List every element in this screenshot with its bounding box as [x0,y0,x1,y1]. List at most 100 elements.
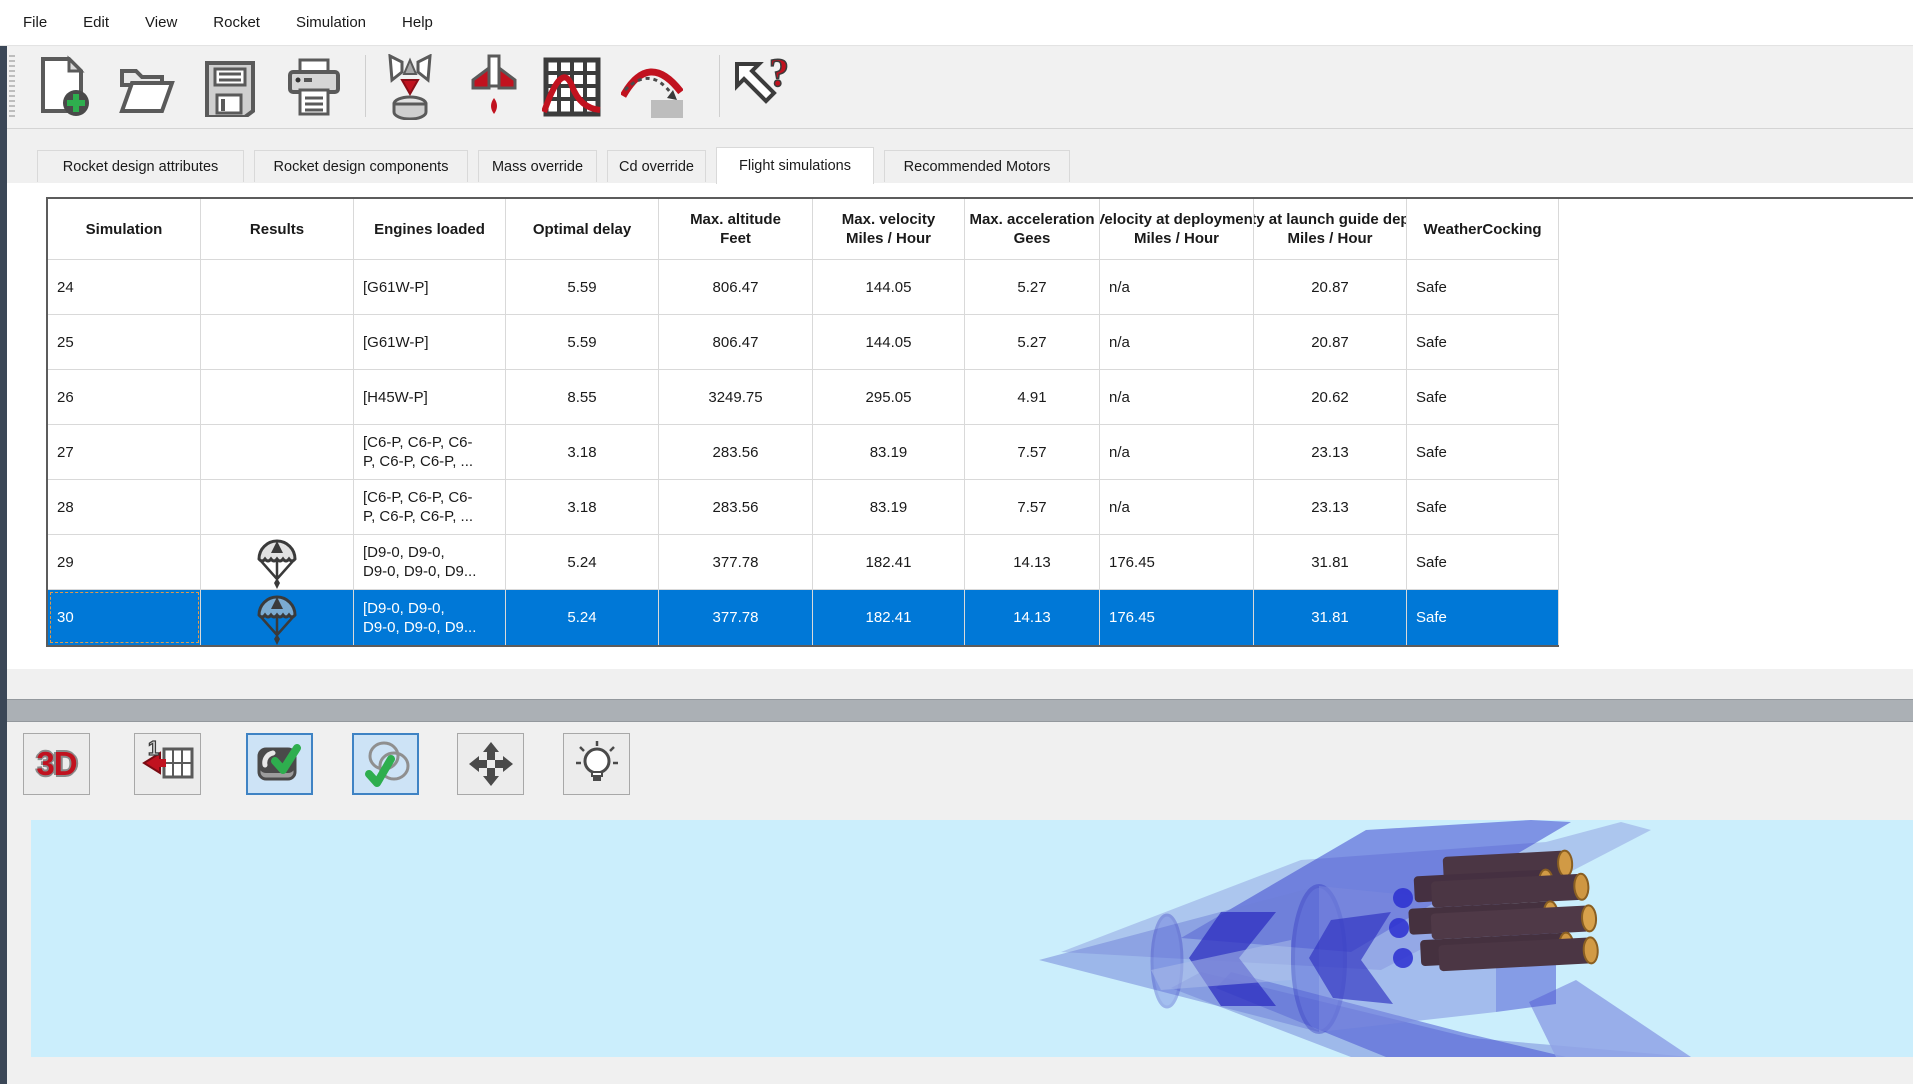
column-header-weather[interactable]: WeatherCocking [1407,199,1559,260]
cell-accel[interactable]: 7.57 [965,480,1100,535]
cell-accel[interactable]: 5.27 [965,260,1100,315]
save-file-button[interactable] [199,52,261,122]
cell-sim[interactable]: 26 [48,370,201,425]
simulation-number-button[interactable]: 1 [134,733,201,795]
cell-results[interactable] [201,315,354,370]
menu-edit[interactable]: Edit [83,14,109,31]
cell-weather[interactable]: Safe [1407,260,1559,315]
cell-altitude[interactable]: 806.47 [659,315,813,370]
simulation-table-button[interactable] [541,52,603,122]
cell-deploy[interactable]: 176.45 [1100,535,1254,590]
tab-rocket-design-attributes[interactable]: Rocket design attributes [37,150,244,182]
cell-weather[interactable]: Safe [1407,535,1559,590]
cell-weather[interactable]: Safe [1407,590,1559,645]
cell-deploy[interactable]: 176.45 [1100,590,1254,645]
cell-results[interactable] [201,260,354,315]
cell-results[interactable] [201,535,354,590]
tab-flight-simulations[interactable]: Flight simulations [716,147,874,184]
menu-rocket[interactable]: Rocket [213,14,260,31]
cell-weather[interactable]: Safe [1407,370,1559,425]
cell-weather[interactable]: Safe [1407,315,1559,370]
column-header-engines[interactable]: Engines loaded [354,199,506,260]
cell-optimal[interactable]: 5.24 [506,590,659,645]
tab-mass-override[interactable]: Mass override [478,150,597,182]
column-header-velocity[interactable]: Max. velocityMiles / Hour [813,199,965,260]
cell-accel[interactable]: 4.91 [965,370,1100,425]
cell-weather[interactable]: Safe [1407,480,1559,535]
cell-sim[interactable]: 27 [48,425,201,480]
cell-optimal[interactable]: 3.18 [506,425,659,480]
menu-view[interactable]: View [145,14,177,31]
lighting-button[interactable] [563,733,630,795]
table-row-simulation-29[interactable]: 29 [D9-0, D9-0,D9-0, D9-0, D9...5.24377.7… [48,535,1559,590]
cell-results[interactable] [201,480,354,535]
cell-accel[interactable]: 14.13 [965,535,1100,590]
cell-velocity[interactable]: 144.05 [813,260,965,315]
table-row-simulation-28[interactable]: 28 [C6-P, C6-P, C6-P, C6-P, C6-P, ...3.18… [48,480,1559,535]
table-row-simulation-24[interactable]: 24[G61W-P]5.59806.47144.055.27n/a20.87Sa… [48,260,1559,315]
cell-velocity[interactable]: 182.41 [813,590,965,645]
new-file-button[interactable] [33,52,95,122]
cell-velocity[interactable]: 295.05 [813,370,965,425]
load-engines-button[interactable] [379,52,441,122]
cell-accel[interactable]: 5.27 [965,315,1100,370]
cell-altitude[interactable]: 3249.75 [659,370,813,425]
menu-file[interactable]: File [23,14,47,31]
cell-altitude[interactable]: 283.56 [659,480,813,535]
cell-weather[interactable]: Safe [1407,425,1559,480]
cell-optimal[interactable]: 8.55 [506,370,659,425]
cell-results[interactable] [201,370,354,425]
table-row-simulation-30[interactable]: 30[D9-0, D9-0,D9-0, D9-0, D9...5.24377.7… [48,590,1559,645]
cell-deploy[interactable]: n/a [1100,480,1254,535]
cell-deploy[interactable]: n/a [1100,425,1254,480]
cell-guide[interactable]: 20.87 [1254,315,1407,370]
cell-optimal[interactable]: 5.24 [506,535,659,590]
cell-altitude[interactable]: 806.47 [659,260,813,315]
cell-engines[interactable]: [D9-0, D9-0,D9-0, D9-0, D9... [354,535,506,590]
column-header-optimal[interactable]: Optimal delay [506,199,659,260]
column-header-sim[interactable]: Simulation [48,199,201,260]
toggle-transparency-button[interactable] [352,733,419,795]
column-header-altitude[interactable]: Max. altitudeFeet [659,199,813,260]
view-3d-button[interactable]: 3D [23,733,90,795]
cell-velocity[interactable]: 83.19 [813,480,965,535]
cell-deploy[interactable]: n/a [1100,370,1254,425]
cell-altitude[interactable]: 283.56 [659,425,813,480]
cell-sim[interactable]: 28 [48,480,201,535]
cell-altitude[interactable]: 377.78 [659,590,813,645]
context-help-button[interactable]: ? [729,52,791,122]
cell-altitude[interactable]: 377.78 [659,535,813,590]
open-file-button[interactable] [115,52,177,122]
cell-velocity[interactable]: 182.41 [813,535,965,590]
cell-velocity[interactable]: 144.05 [813,315,965,370]
cell-optimal[interactable]: 5.59 [506,315,659,370]
cell-accel[interactable]: 7.57 [965,425,1100,480]
launch-simulation-button[interactable] [463,52,525,122]
column-header-results[interactable]: Results [201,199,354,260]
table-row-simulation-26[interactable]: 26 [H45W-P]8.553249.75295.054.91n/a20.62S… [48,370,1559,425]
tab-rocket-design-components[interactable]: Rocket design components [254,150,468,182]
cell-engines[interactable]: [G61W-P] [354,260,506,315]
toggle-solid-view-button[interactable] [246,733,313,795]
cell-sim[interactable]: 25 [48,315,201,370]
tab-cd-override[interactable]: Cd override [607,150,706,182]
cell-optimal[interactable]: 3.18 [506,480,659,535]
cell-engines[interactable]: [C6-P, C6-P, C6-P, C6-P, C6-P, ... [354,425,506,480]
flight-path-button[interactable] [621,52,683,122]
cell-engines[interactable]: [D9-0, D9-0,D9-0, D9-0, D9... [354,590,506,645]
cell-sim[interactable]: 29 [48,535,201,590]
column-header-accel[interactable]: Max. accelerationGees [965,199,1100,260]
cell-engines[interactable]: [C6-P, C6-P, C6-P, C6-P, C6-P, ... [354,480,506,535]
cell-engines[interactable]: [H45W-P] [354,370,506,425]
horizontal-splitter[interactable] [7,699,1913,722]
cell-accel[interactable]: 14.13 [965,590,1100,645]
print-button[interactable] [283,52,345,122]
toolbar-gripper[interactable] [9,55,15,119]
rocket-3d-viewport[interactable] [31,820,1913,1057]
cell-results[interactable] [201,590,354,645]
column-header-deploy[interactable]: Velocity at deploymentMiles / Hour [1100,199,1254,260]
cell-guide[interactable]: 20.62 [1254,370,1407,425]
cell-guide[interactable]: 31.81 [1254,535,1407,590]
menu-simulation[interactable]: Simulation [296,14,366,31]
cell-guide[interactable]: 23.13 [1254,425,1407,480]
